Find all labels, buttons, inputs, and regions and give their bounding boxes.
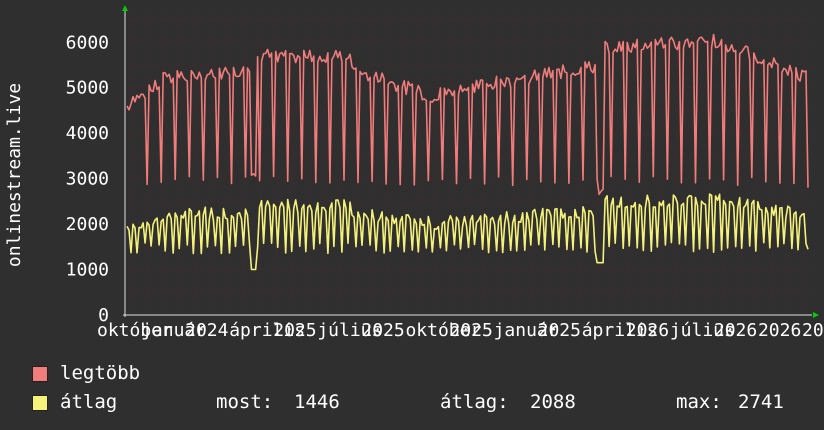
x-tick-label: 2025 — [450, 320, 493, 341]
x-tick-label: 2025 — [361, 320, 404, 341]
y-axis-title: onlinestream.live — [4, 83, 25, 267]
legend-swatch-max — [32, 366, 48, 382]
x-tick-label: 2025 — [538, 320, 581, 341]
stat-max-value: 2741 — [738, 391, 784, 413]
x-tick-label: 2026 — [714, 320, 757, 341]
y-tick-label: 6000 — [66, 32, 109, 53]
stat-average-label: átlag: — [440, 391, 509, 413]
legend-label-avg: átlag — [60, 391, 118, 413]
stat-max-label: max: — [676, 391, 722, 413]
x-tick-label: 2026 — [758, 320, 801, 341]
y-tick-label: 1000 — [66, 260, 109, 281]
y-tick-label: 5000 — [66, 78, 109, 99]
line-chart: 0100020003000400050006000októberjanuár20… — [4, 5, 824, 341]
x-tick-label: 2025 — [273, 320, 316, 341]
x-tick-label: 2024 — [185, 320, 228, 341]
legend-swatch-avg — [32, 395, 48, 411]
y-tick-label: 2000 — [66, 214, 109, 235]
y-tick-label: 4000 — [66, 123, 109, 144]
legend-label-max: legtöbb — [60, 362, 141, 384]
y-axis-arrow — [122, 5, 128, 11]
x-tick-label: 2026 — [802, 320, 824, 341]
x-tick-label: 2026 — [626, 320, 669, 341]
stat-now-value: 1446 — [294, 391, 340, 413]
x-axis-arrow — [813, 312, 819, 318]
stat-average-value: 2088 — [530, 391, 576, 413]
stat-now-label: most: — [216, 391, 274, 413]
y-tick-label: 3000 — [66, 169, 109, 190]
